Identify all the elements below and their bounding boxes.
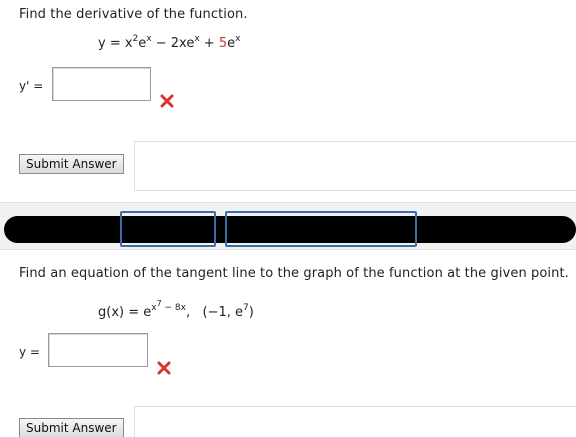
incorrect-x-icon — [157, 361, 171, 375]
question-1-answer-input[interactable] — [52, 67, 151, 101]
question-2-prompt: Find an equation of the tangent line to … — [19, 266, 569, 281]
question-1-answer-label: y' = — [19, 79, 44, 93]
incorrect-x-icon — [160, 94, 174, 108]
question-1-prompt: Find the derivative of the function. — [19, 7, 248, 22]
highlight-frame-left — [120, 211, 216, 247]
question-2-answer-label: y = — [19, 345, 40, 359]
question-1-submit-button[interactable]: Submit Answer — [19, 154, 124, 174]
question-2-feedback-box — [134, 406, 576, 437]
question-2-function: g(x) = ex7 − 8x, (−1, e7) — [98, 299, 254, 321]
question-2-submit-button[interactable]: Submit Answer — [19, 418, 124, 437]
highlight-frame-right — [225, 211, 417, 247]
question-1-function: y = x2ex − 2xex + 5ex — [98, 34, 241, 52]
question-2-answer-input[interactable] — [48, 333, 148, 367]
question-1-feedback-box — [134, 141, 576, 191]
page: Find the derivative of the function. y =… — [0, 0, 576, 437]
